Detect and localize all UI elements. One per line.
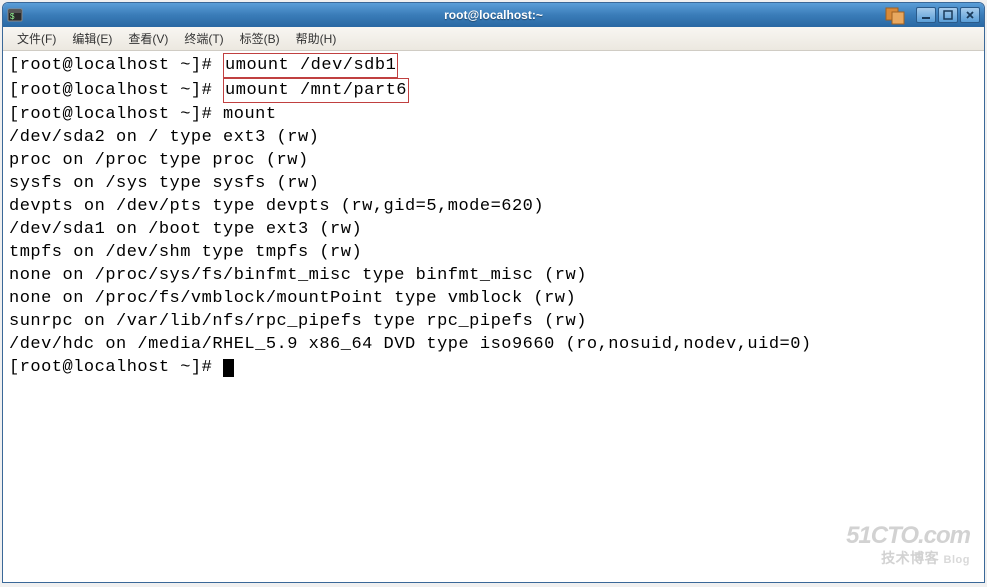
svg-text:$: $ bbox=[10, 12, 15, 21]
command-highlighted: umount /dev/sdb1 bbox=[223, 53, 398, 78]
command: mount bbox=[223, 105, 277, 124]
output-line: devpts on /dev/pts type devpts (rw,gid=5… bbox=[9, 195, 978, 218]
output-line: none on /proc/sys/fs/binfmt_misc type bi… bbox=[9, 264, 978, 287]
watermark-blog: Blog bbox=[944, 554, 970, 566]
window-title: root@localhost:~ bbox=[444, 8, 543, 22]
output-line: sysfs on /sys type sysfs (rw) bbox=[9, 172, 978, 195]
minimize-icon bbox=[921, 10, 931, 20]
watermark-subtitle: 技术博客 bbox=[881, 550, 939, 566]
close-button[interactable] bbox=[960, 7, 980, 23]
prompt: [root@localhost ~]# bbox=[9, 358, 223, 377]
prompt: [root@localhost ~]# bbox=[9, 105, 223, 124]
command-highlighted: umount /mnt/part6 bbox=[223, 78, 409, 103]
output-line: /dev/sda2 on / type ext3 (rw) bbox=[9, 126, 978, 149]
prompt: [root@localhost ~]# bbox=[9, 56, 223, 75]
menu-help[interactable]: 帮助(H) bbox=[288, 28, 345, 49]
output-line: proc on /proc type proc (rw) bbox=[9, 149, 978, 172]
terminal-area[interactable]: [root@localhost ~]# umount /dev/sdb1 [ro… bbox=[3, 51, 984, 582]
menu-view[interactable]: 查看(V) bbox=[120, 28, 176, 49]
menubar: 文件(F) 编辑(E) 查看(V) 终端(T) 标签(B) 帮助(H) bbox=[3, 27, 984, 51]
titlebar[interactable]: $ root@localhost:~ bbox=[3, 3, 984, 27]
output-line: /dev/sda1 on /boot type ext3 (rw) bbox=[9, 218, 978, 241]
output-line: tmpfs on /dev/shm type tmpfs (rw) bbox=[9, 241, 978, 264]
menu-terminal[interactable]: 终端(T) bbox=[176, 28, 231, 49]
titlebar-app-icon bbox=[884, 5, 908, 25]
output-line: /dev/hdc on /media/RHEL_5.9 x86_64 DVD t… bbox=[9, 333, 978, 356]
terminal-icon: $ bbox=[7, 7, 23, 23]
terminal-window: $ root@localhost:~ 文件(F) 编辑(E) 查看(V) 终端(… bbox=[2, 2, 985, 583]
maximize-icon bbox=[943, 10, 953, 20]
maximize-button[interactable] bbox=[938, 7, 958, 23]
menu-file[interactable]: 文件(F) bbox=[9, 28, 64, 49]
menu-tabs[interactable]: 标签(B) bbox=[232, 28, 288, 49]
prompt: [root@localhost ~]# bbox=[9, 81, 223, 100]
window-controls bbox=[916, 7, 980, 23]
watermark-brand: 51CTO.com bbox=[846, 524, 970, 547]
minimize-button[interactable] bbox=[916, 7, 936, 23]
close-icon bbox=[965, 10, 975, 20]
output-line: sunrpc on /var/lib/nfs/rpc_pipefs type r… bbox=[9, 310, 978, 333]
watermark: 51CTO.com 技术博客 Blog bbox=[846, 524, 970, 572]
cursor bbox=[223, 359, 234, 377]
menu-edit[interactable]: 编辑(E) bbox=[64, 28, 120, 49]
output-line: none on /proc/fs/vmblock/mountPoint type… bbox=[9, 287, 978, 310]
